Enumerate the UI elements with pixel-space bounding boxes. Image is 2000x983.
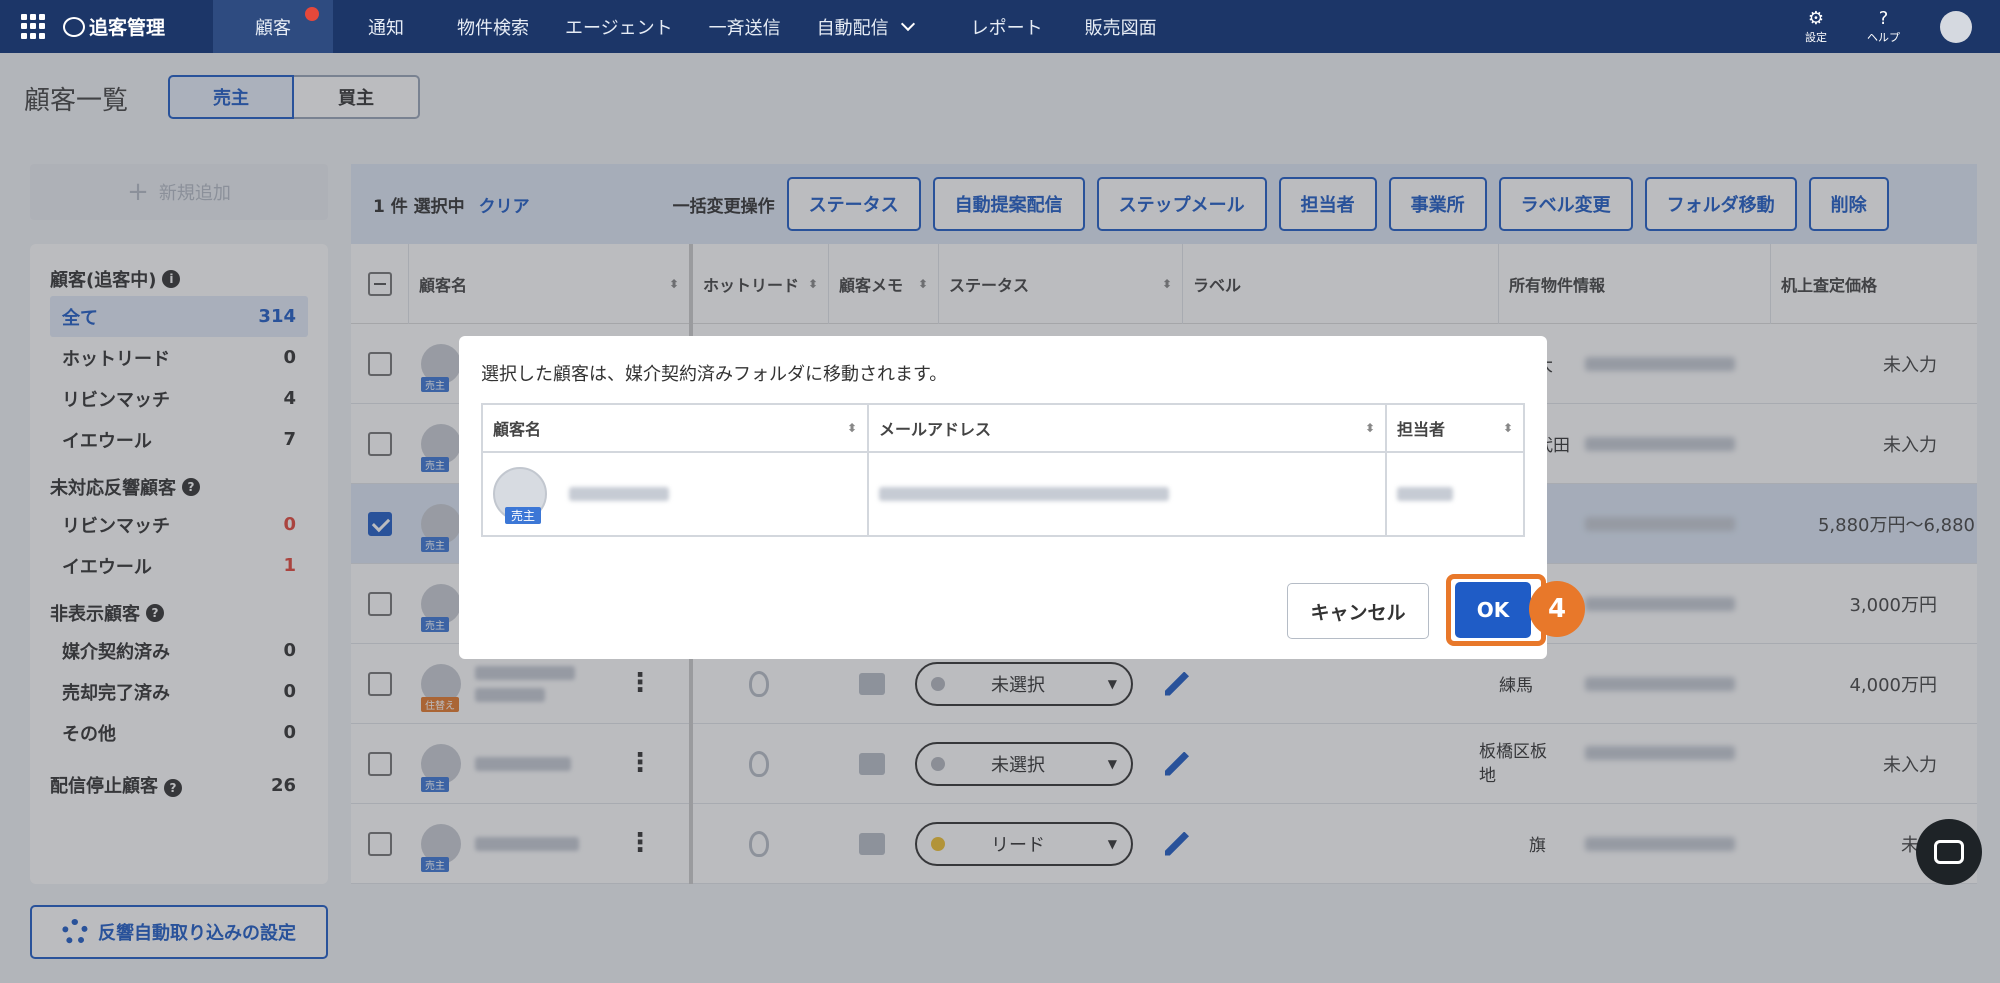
nav-tools: ⚙ 設定 ? ヘルプ (1805, 0, 2000, 53)
redacted-email (879, 487, 1169, 501)
cancel-button[interactable]: キャンセル (1287, 583, 1429, 639)
dialog-customer-cell: 売主 (483, 453, 869, 535)
col-label: 顧客名 (493, 420, 542, 439)
user-avatar[interactable] (1940, 10, 1972, 43)
help-label: ヘルプ (1867, 30, 1900, 44)
top-nav: 追客管理 顧客 通知 物件検索 エージェント 一斉送信 自動配信 レポート 販売… (0, 0, 2000, 53)
nav-item-report[interactable]: レポート (931, 0, 1061, 53)
nav-label: 販売図面 (1084, 17, 1157, 39)
chat-bubble-icon (63, 16, 85, 37)
brand-logo[interactable]: 追客管理 (63, 13, 213, 40)
nav-menu: 顧客 通知 物件検索 エージェント 一斉送信 自動配信 レポート 販売図面 (213, 0, 1175, 53)
dialog-col-email[interactable]: メールアドレス ⬍ (869, 405, 1387, 451)
sort-icon: ⬍ (846, 421, 857, 435)
ok-button[interactable]: OK (1455, 582, 1531, 638)
settings-button[interactable]: ⚙ 設定 (1805, 7, 1827, 45)
settings-label: 設定 (1805, 30, 1827, 44)
nav-label: 通知 (368, 17, 404, 39)
nav-label: 顧客 (255, 17, 291, 39)
help-icon: ? (1878, 7, 1889, 29)
nav-item-broadcast[interactable]: 一斉送信 (691, 0, 799, 53)
col-label: メールアドレス (879, 420, 992, 439)
nav-label: 一斉送信 (708, 17, 781, 39)
chat-icon (1934, 840, 1964, 864)
help-button[interactable]: ? ヘルプ (1867, 7, 1900, 45)
table-row: 売主 (483, 453, 1523, 535)
customer-type-tag: 売主 (505, 507, 542, 524)
sort-icon: ⬍ (1364, 421, 1375, 435)
nav-label: 物件検索 (457, 17, 529, 39)
move-folder-dialog: 選択した顧客は、媒介契約済みフォルダに移動されます。 顧客名 ⬍ メールアドレス ⬍… (459, 336, 1585, 659)
brand-label: 追客管理 (89, 17, 166, 39)
app-grid-icon[interactable] (21, 13, 47, 40)
step-badge: 4 (1529, 581, 1585, 637)
dialog-table-header: 顧客名 ⬍ メールアドレス ⬍ 担当者 ⬍ (483, 405, 1523, 453)
nav-item-auto-delivery[interactable]: 自動配信 (799, 0, 931, 53)
gear-icon: ⚙ (1807, 7, 1825, 29)
dialog-email-cell (869, 453, 1387, 535)
nav-item-notifications[interactable]: 通知 (333, 0, 439, 53)
chat-launcher-button[interactable] (1916, 819, 1982, 885)
dialog-assignee-cell (1387, 453, 1523, 535)
dialog-customer-table: 顧客名 ⬍ メールアドレス ⬍ 担当者 ⬍ 売主 (481, 403, 1525, 537)
col-label: 担当者 (1397, 420, 1446, 439)
chevron-down-icon (900, 16, 915, 31)
dialog-message: 選択した顧客は、媒介契約済みフォルダに移動されます。 (481, 364, 948, 385)
nav-item-property-search[interactable]: 物件検索 (439, 0, 547, 53)
redacted-assignee (1397, 487, 1453, 501)
sort-icon: ⬍ (1502, 421, 1513, 435)
dialog-col-name[interactable]: 顧客名 ⬍ (483, 405, 869, 451)
notification-dot-icon (305, 7, 319, 21)
redacted-name (569, 487, 669, 501)
nav-item-customers[interactable]: 顧客 (213, 0, 333, 53)
dialog-col-assignee[interactable]: 担当者 ⬍ (1387, 405, 1523, 451)
nav-item-agent[interactable]: エージェント (547, 0, 691, 53)
nav-label: エージェント (565, 17, 673, 39)
nav-label: レポート (970, 17, 1043, 39)
nav-item-sales-drawing[interactable]: 販売図面 (1061, 0, 1175, 53)
nav-label: 自動配信 (816, 17, 889, 39)
